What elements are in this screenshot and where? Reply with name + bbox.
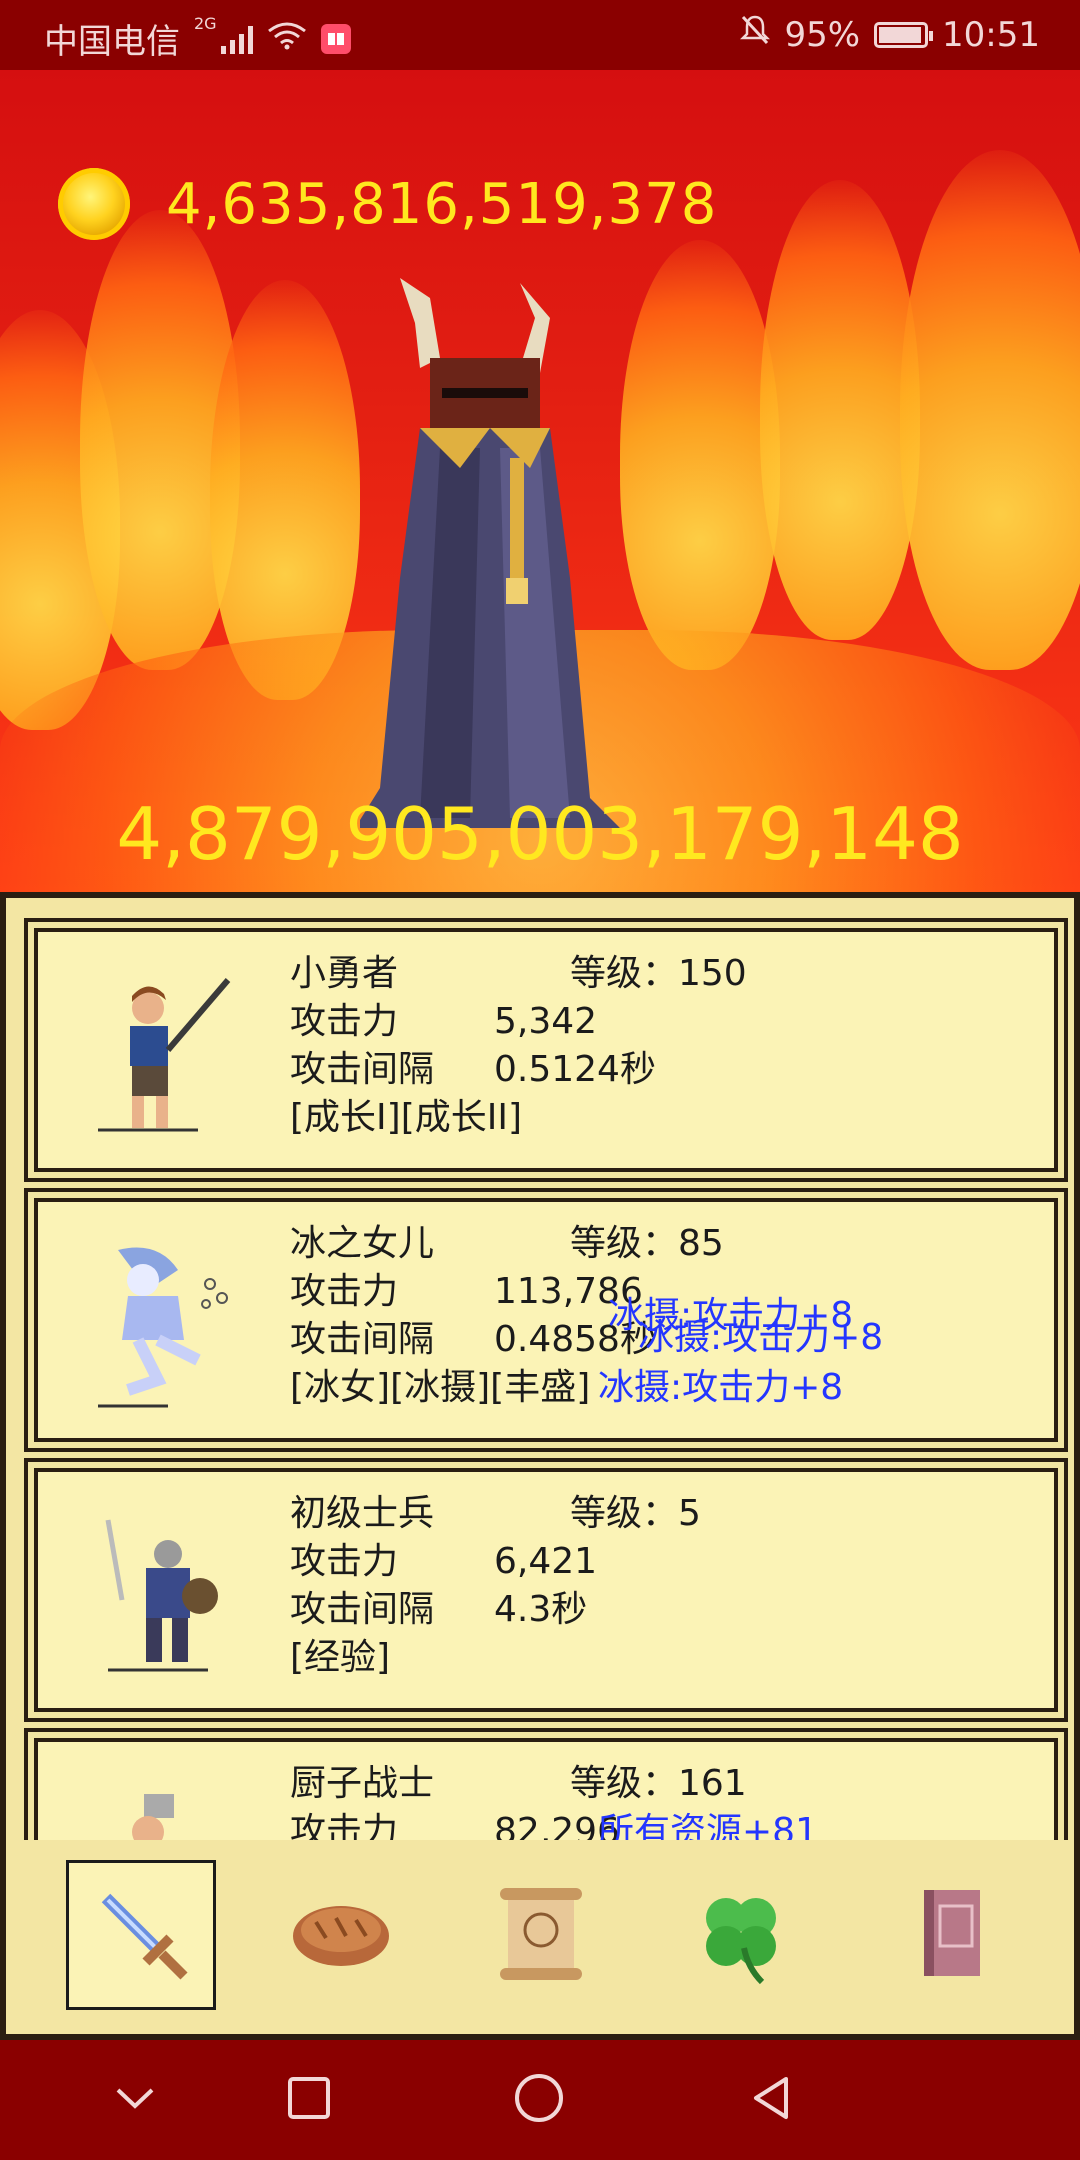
attack-label: 攻击力 bbox=[290, 1811, 399, 1840]
hero-tags: [冰女][冰摄][丰盛] bbox=[290, 1367, 591, 1408]
book-icon bbox=[896, 1878, 1006, 1992]
hero-portrait-ice-daughter bbox=[98, 1247, 228, 1408]
boss-hp: 4,879,905,003,179,148 bbox=[116, 792, 964, 876]
tab-luck[interactable] bbox=[666, 1860, 816, 2010]
circle-icon bbox=[511, 2070, 567, 2130]
sword-icon bbox=[86, 1878, 196, 1992]
tab-heroes[interactable] bbox=[66, 1860, 216, 2010]
gold-amount: 4,635,816,519,378 bbox=[166, 171, 718, 237]
hero-portrait-chef-warrior bbox=[132, 1794, 174, 1840]
demon-lord-boss[interactable] bbox=[360, 278, 700, 828]
nav-recents-button[interactable] bbox=[274, 2068, 344, 2132]
hero-tags: [经验] bbox=[290, 1637, 391, 1678]
nav-home-button[interactable] bbox=[504, 2068, 574, 2132]
hero-name: 冰之女儿 bbox=[290, 1223, 435, 1264]
hero-card[interactable]: 冰之女儿 等级：85 攻击力 113,786 攻击间隔 0.4858秒 [冰女][冰摄… bbox=[24, 1188, 1068, 1452]
battery-icon bbox=[874, 21, 934, 48]
gold-coin-icon bbox=[58, 168, 130, 240]
mute-icon bbox=[740, 14, 771, 55]
scroll-icon bbox=[486, 1878, 596, 1992]
hero-portrait-little-hero bbox=[98, 978, 231, 1132]
hero-level: 等级：85 bbox=[570, 1223, 724, 1264]
hero-level: 等级：161 bbox=[570, 1763, 747, 1804]
hero-card[interactable]: 初级士兵 等级：5 攻击力 6,421 攻击间隔 4.3秒 [经验] bbox=[24, 1458, 1068, 1722]
interval-value: 4.3秒 bbox=[494, 1589, 588, 1630]
interval-label: 攻击间隔 bbox=[290, 1319, 435, 1360]
gold-counter: 4,635,816,519,378 bbox=[58, 168, 717, 240]
hero-list-panel[interactable]: 小勇者 等级：150 攻击力 5,342 攻击间隔 0.5124秒 [成长I][成长I… bbox=[0, 892, 1080, 1840]
nav-back-button[interactable] bbox=[736, 2068, 806, 2132]
network-label: 2G bbox=[194, 14, 217, 33]
clover-icon bbox=[686, 1878, 796, 1992]
tab-book[interactable] bbox=[876, 1860, 1026, 2010]
bottom-tab-bar bbox=[0, 1840, 1080, 2040]
hero-level: 等级：5 bbox=[570, 1493, 701, 1534]
hero-card[interactable]: 厨子战士 等级：161 攻击力 82,296 所有资源+81 bbox=[24, 1728, 1068, 1840]
attack-label: 攻击力 bbox=[290, 1001, 399, 1042]
attack-label: 攻击力 bbox=[290, 1271, 399, 1312]
interval-label: 攻击间隔 bbox=[290, 1589, 435, 1630]
hero-name: 初级士兵 bbox=[290, 1493, 435, 1534]
square-icon bbox=[284, 2073, 334, 2127]
attack-value: 6,421 bbox=[494, 1541, 598, 1582]
flame-decoration bbox=[900, 150, 1080, 670]
tab-food[interactable] bbox=[266, 1860, 416, 2010]
bread-icon bbox=[286, 1878, 396, 1992]
buff-popup-text: 所有资源+81 bbox=[598, 1811, 818, 1840]
carrier-label: 中国电信 bbox=[44, 22, 180, 62]
hero-name: 小勇者 bbox=[290, 953, 399, 994]
attack-label: 攻击力 bbox=[290, 1541, 399, 1582]
nav-hide-button[interactable] bbox=[100, 2068, 170, 2132]
hero-portrait-soldier bbox=[105, 1519, 218, 1672]
hero-tags: [成长I][成长II] bbox=[290, 1097, 523, 1138]
interval-label: 攻击间隔 bbox=[290, 1049, 435, 1090]
battery-percent: 95% bbox=[784, 14, 861, 55]
signal-icon bbox=[220, 24, 253, 54]
hero-name: 厨子战士 bbox=[290, 1763, 435, 1804]
wifi-icon bbox=[267, 19, 307, 59]
hero-level: 等级：150 bbox=[570, 953, 747, 994]
attack-value: 5,342 bbox=[494, 1001, 598, 1042]
hero-card[interactable]: 小勇者 等级：150 攻击力 5,342 攻击间隔 0.5124秒 [成长I][成长I… bbox=[24, 918, 1068, 1182]
buff-popup-text: 冰摄:攻击力+8 bbox=[598, 1367, 844, 1408]
system-nav-bar bbox=[0, 2040, 1080, 2160]
interval-value: 0.5124秒 bbox=[494, 1049, 656, 1090]
battle-arena[interactable]: 4,635,816,519,378 4,879,905,003,179,148 bbox=[0, 70, 1080, 892]
status-bar: 中国电信 2G 95% 10:51 bbox=[0, 0, 1080, 70]
flame-decoration bbox=[760, 180, 920, 640]
back-triangle-icon bbox=[746, 2073, 796, 2127]
buff-popup-text: 冰摄:攻击力+8 bbox=[638, 1317, 884, 1358]
tab-scroll[interactable] bbox=[466, 1860, 616, 2010]
chevron-down-icon bbox=[110, 2078, 160, 2122]
clock: 10:51 bbox=[942, 14, 1040, 55]
app-notification-icon bbox=[320, 23, 351, 54]
